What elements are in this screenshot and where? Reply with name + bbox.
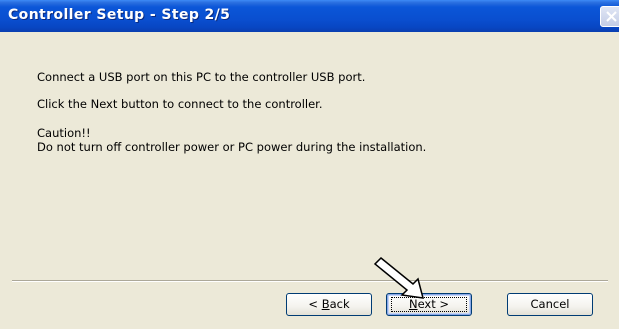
arrow-pointer-icon [373, 256, 425, 299]
caution-heading: Caution!! [37, 126, 91, 140]
instruction-connect-usb: Connect a USB port on this PC to the con… [37, 70, 366, 84]
cancel-button[interactable]: Cancel [507, 293, 593, 316]
back-prefix: < [308, 297, 322, 311]
back-accel: B [321, 297, 330, 311]
back-button[interactable]: < Back [286, 293, 372, 316]
back-rest: ack [329, 297, 350, 311]
close-icon [606, 11, 617, 22]
close-button[interactable] [600, 6, 619, 27]
window-title: Controller Setup - Step 2/5 [8, 7, 231, 23]
setup-dialog: Controller Setup - Step 2/5 Connect a US… [0, 0, 619, 329]
caution-text: Do not turn off controller power or PC p… [37, 140, 427, 154]
title-bar[interactable]: Controller Setup - Step 2/5 [0, 0, 619, 32]
button-divider [12, 280, 608, 282]
instruction-click-next: Click the Next button to connect to the … [37, 97, 323, 111]
